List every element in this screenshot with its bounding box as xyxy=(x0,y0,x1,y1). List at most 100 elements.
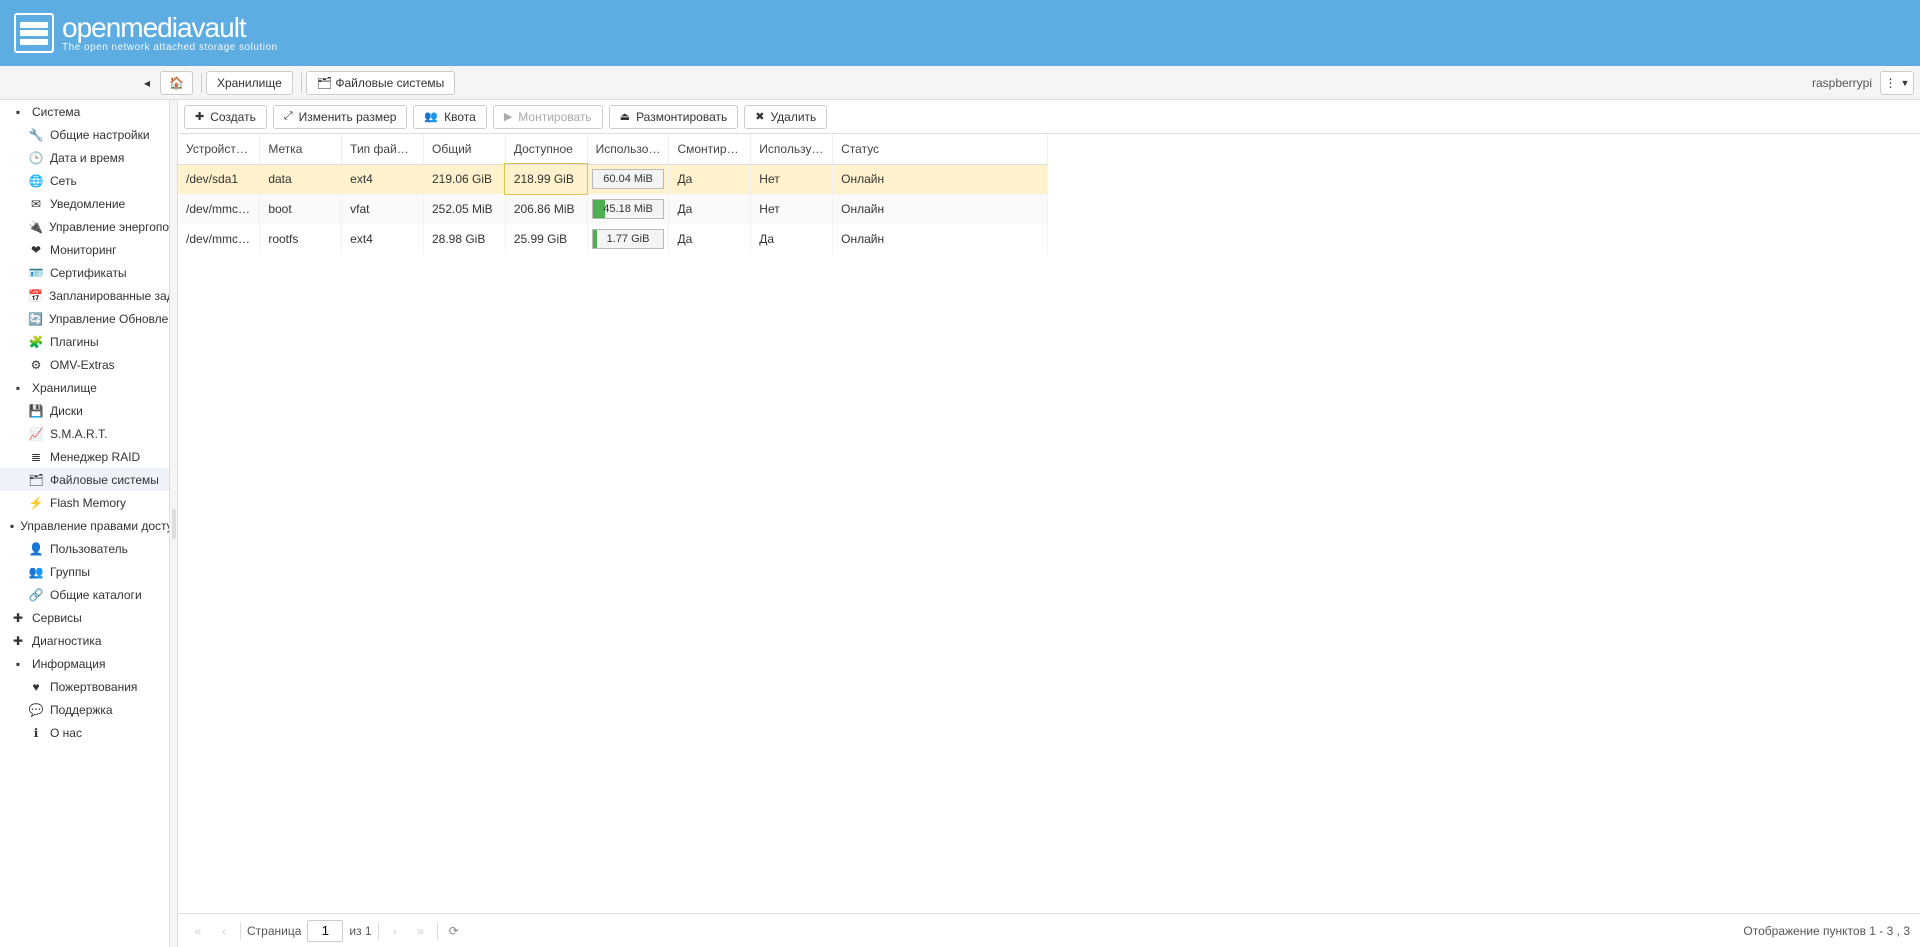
col-device[interactable]: Устройств… xyxy=(178,134,260,164)
sidebar-item-label: О нас xyxy=(50,726,82,740)
col-total[interactable]: Общий xyxy=(423,134,505,164)
sidebar-item-label: Дата и время xyxy=(50,151,124,165)
sidebar-section-system[interactable]: ▪Система xyxy=(0,100,169,123)
pager-first: « xyxy=(188,921,208,941)
breadcrumb-filesystems-label: Файловые системы xyxy=(335,76,444,90)
sidebar-collapse-button[interactable]: ◂ xyxy=(6,71,160,95)
folder-icon: 🗂 xyxy=(317,76,332,90)
delete-button[interactable]: ✖Удалить xyxy=(744,105,827,129)
sidebar-item[interactable]: 🌐Сеть xyxy=(0,169,169,192)
sidebar-label: Информация xyxy=(32,657,105,671)
sidebar-item-label: Пользователь xyxy=(50,542,128,556)
sidebar-item[interactable]: 🔄 Управление Обновлени xyxy=(0,307,169,330)
sidebar-item[interactable]: ❤Мониторинг xyxy=(0,238,169,261)
sidebar-item[interactable]: 🗂Файловые системы xyxy=(0,468,169,491)
pager: « ‹ Страница из 1 › » ⟳ Отображение пунк… xyxy=(178,913,1920,947)
button-label: Изменить размер xyxy=(299,110,397,124)
table-cell: Да xyxy=(669,194,751,224)
sidebar-item-label: Запланированные задан xyxy=(49,289,169,303)
sidebar-item[interactable]: ≣Менеджер RAID xyxy=(0,445,169,468)
sidebar-item[interactable]: 💬Поддержка xyxy=(0,698,169,721)
sidebar-section-access[interactable]: ▪Управление правами досту xyxy=(0,514,169,537)
table-cell: data xyxy=(260,164,342,194)
plus-icon: ✚ xyxy=(10,610,26,626)
col-available[interactable]: Доступное xyxy=(505,134,587,164)
col-mounted[interactable]: Смонтиро… xyxy=(669,134,751,164)
sidebar-item[interactable]: ♥Пожертвования xyxy=(0,675,169,698)
nav-icon: 👤 xyxy=(28,541,44,557)
sidebar-item[interactable]: 🔗Общие каталоги xyxy=(0,583,169,606)
col-fstype[interactable]: Тип файло… xyxy=(342,134,424,164)
sidebar-item[interactable]: 👤 Пользователь xyxy=(0,537,169,560)
table-cell: Онлайн xyxy=(833,224,1048,254)
pager-page-input[interactable] xyxy=(307,920,343,942)
unmount-button[interactable]: ⏏Размонтировать xyxy=(609,105,739,129)
sidebar-item[interactable]: 💾 Диски xyxy=(0,399,169,422)
pager-of-label: из 1 xyxy=(349,924,371,938)
table-row[interactable]: /dev/mmc…bootvfat252.05 MiB206.86 MiB45.… xyxy=(178,194,1048,224)
sidebar-item-label: Управление энергопотр xyxy=(49,220,169,234)
sidebar-item-label: Диски xyxy=(50,404,83,418)
usage-bar: 1.77 GiB xyxy=(592,229,665,249)
sidebar-item[interactable]: 🔧Общие настройки xyxy=(0,123,169,146)
button-label: Размонтировать xyxy=(636,110,727,124)
create-button[interactable]: ✚Создать xyxy=(184,105,267,129)
sidebar-label: Система xyxy=(32,105,80,119)
sidebar-item-label: OMV-Extras xyxy=(50,358,115,372)
user-menu-button[interactable]: ⋮▼ xyxy=(1880,71,1914,95)
content-area: ✚Создать ⤢Изменить размер 👥Квота ▶Монтир… xyxy=(178,100,1920,947)
sidebar-item[interactable]: 👥Группы xyxy=(0,560,169,583)
usage-bar-label: 60.04 MiB xyxy=(593,173,664,185)
nav-icon: 💾 xyxy=(28,403,44,419)
sidebar-section-information[interactable]: ▪ Информация xyxy=(0,652,169,675)
sidebar-item[interactable]: 🕒Дата и время xyxy=(0,146,169,169)
sidebar-item[interactable]: ℹО нас xyxy=(0,721,169,744)
col-used[interactable]: Использов… xyxy=(587,134,669,164)
app-banner: openmediavault The open network attached… xyxy=(0,0,1920,66)
action-toolbar: ✚Создать ⤢Изменить размер 👥Квота ▶Монтир… xyxy=(178,100,1920,134)
col-referenced[interactable]: Используе… xyxy=(751,134,833,164)
sidebar-section-services[interactable]: ✚ Сервисы xyxy=(0,606,169,629)
breadcrumb-storage[interactable]: Хранилище xyxy=(206,71,293,95)
sidebar-item[interactable]: 📈S.M.A.R.T. xyxy=(0,422,169,445)
resize-button[interactable]: ⤢Изменить размер xyxy=(273,105,408,129)
sidebar-section-diagnostics[interactable]: ✚Диагностика xyxy=(0,629,169,652)
breadcrumb-home[interactable]: 🏠 xyxy=(160,71,193,95)
sidebar-section-storage[interactable]: ▪Хранилище xyxy=(0,376,169,399)
sidebar-item-label: Поддержка xyxy=(50,703,113,717)
sidebar-item[interactable]: 📅Запланированные задан xyxy=(0,284,169,307)
button-label: Удалить xyxy=(770,110,816,124)
table-cell: 218.99 GiB xyxy=(505,164,587,194)
nav-icon: 👥 xyxy=(28,564,44,580)
sidebar-item[interactable]: ⚙OMV-Extras xyxy=(0,353,169,376)
quota-button[interactable]: 👥Квота xyxy=(413,105,486,129)
sidebar-item-label: Flash Memory xyxy=(50,496,126,510)
sidebar-item[interactable]: ✉Уведомление xyxy=(0,192,169,215)
sidebar-item[interactable]: 🪪Сертификаты xyxy=(0,261,169,284)
pager-refresh[interactable]: ⟳ xyxy=(444,921,464,941)
nav-icon: 📈 xyxy=(28,426,44,442)
col-status[interactable]: Статус xyxy=(833,134,1048,164)
table-cell: boot xyxy=(260,194,342,224)
breadcrumb-storage-label: Хранилище xyxy=(217,76,282,90)
breadcrumb-filesystems[interactable]: 🗂 Файловые системы xyxy=(306,71,456,95)
sidebar-item[interactable]: 🧩Плагины xyxy=(0,330,169,353)
sidebar-item[interactable]: 🔌Управление энергопотр xyxy=(0,215,169,238)
sidebar-splitter[interactable] xyxy=(170,100,178,947)
table-cell: Нет xyxy=(751,164,833,194)
sidebar-item-label: Уведомление xyxy=(50,197,125,211)
usage-bar-label: 45.18 MiB xyxy=(593,203,664,215)
table-row[interactable]: /dev/mmc…rootfsext428.98 GiB25.99 GiB1.7… xyxy=(178,224,1048,254)
col-label[interactable]: Метка xyxy=(260,134,342,164)
breadcrumb-separator xyxy=(201,73,202,93)
minus-icon: ▪ xyxy=(10,656,26,672)
sidebar-item[interactable]: ⚡Flash Memory xyxy=(0,491,169,514)
nav-icon: 🔄 xyxy=(28,311,43,327)
table-cell: Да xyxy=(751,224,833,254)
sidebar-label: Сервисы xyxy=(32,611,82,625)
sidebar-item-label: Менеджер RAID xyxy=(50,450,140,464)
table-cell: Нет xyxy=(751,194,833,224)
sidebar-item-label: Управление Обновлени xyxy=(49,312,169,326)
table-cell: rootfs xyxy=(260,224,342,254)
table-row[interactable]: /dev/sda1dataext4219.06 GiB218.99 GiB60.… xyxy=(178,164,1048,194)
